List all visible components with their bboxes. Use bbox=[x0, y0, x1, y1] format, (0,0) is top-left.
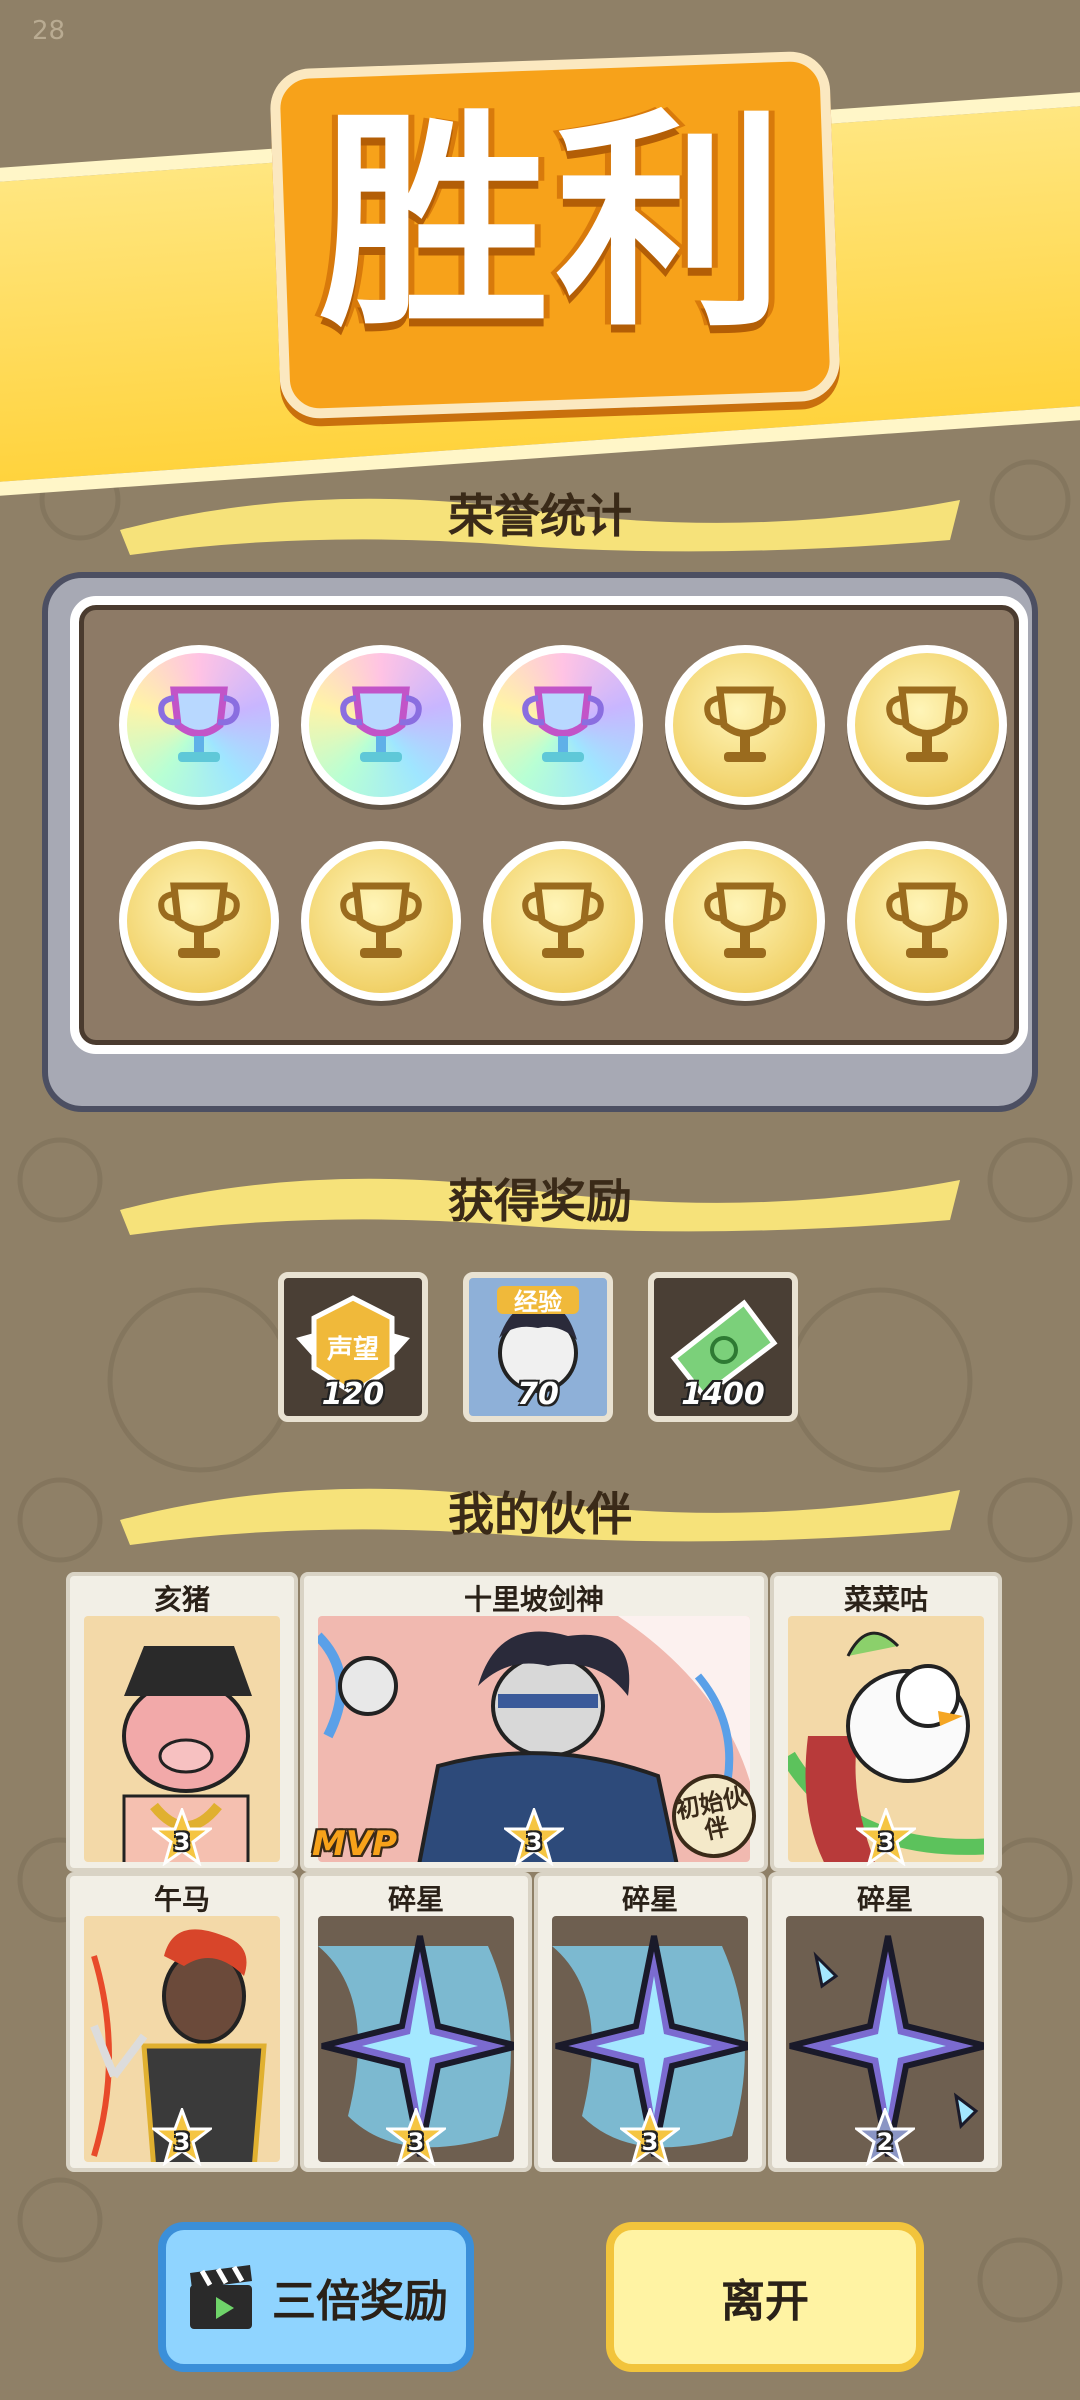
trophy-medal bbox=[665, 841, 825, 1001]
partner-name: 碎星 bbox=[621, 1883, 678, 1916]
triple-reward-button[interactable]: 三倍奖励 bbox=[158, 2222, 474, 2372]
star-level: 3 bbox=[407, 2128, 425, 2156]
star-level: 2 bbox=[876, 2128, 894, 2156]
honor-panel bbox=[42, 572, 1038, 1112]
partner-name: 午马 bbox=[153, 1883, 210, 1916]
reward-amount: 1400 bbox=[681, 1377, 765, 1412]
reward-experience[interactable]: 经验 70 bbox=[463, 1272, 613, 1422]
triple-reward-label: 三倍奖励 bbox=[272, 2276, 448, 2327]
partner-card[interactable]: 碎星 2 bbox=[768, 1872, 1002, 2172]
partners-section-title: 我的伙伴 bbox=[448, 1487, 632, 1541]
trophy-medal bbox=[847, 841, 1007, 1001]
star-level: 3 bbox=[525, 1828, 543, 1856]
partner-name: 碎星 bbox=[387, 1883, 444, 1916]
honor-medal-grid bbox=[70, 596, 1028, 1054]
honor-section-title: 荣誉统计 bbox=[448, 489, 632, 543]
reward-cash[interactable]: 1400 bbox=[648, 1272, 798, 1422]
reward-amount: 120 bbox=[321, 1377, 385, 1412]
trophy-icon bbox=[158, 882, 240, 958]
partner-card[interactable]: 碎星 3 bbox=[300, 1872, 532, 2172]
trophy-icon bbox=[522, 686, 604, 762]
trophy-medal bbox=[119, 841, 279, 1001]
reward-amount: 70 bbox=[517, 1377, 559, 1412]
trophy-icon bbox=[522, 882, 604, 958]
partner-card-mvp[interactable]: 十里坡剑神 MVP 初始伙伴 3 bbox=[300, 1572, 768, 1872]
trophy-medal bbox=[847, 645, 1007, 805]
reputation-badge-text: 声望 bbox=[327, 1335, 379, 1365]
partner-card[interactable]: 午马 3 bbox=[66, 1872, 298, 2172]
star-level: 3 bbox=[641, 2128, 659, 2156]
partner-name: 菜菜咕 bbox=[843, 1583, 928, 1616]
trophy-icon bbox=[340, 686, 422, 762]
partner-name: 碎星 bbox=[856, 1883, 913, 1916]
reward-reputation[interactable]: 声望 120 bbox=[278, 1272, 428, 1422]
trophy-icon bbox=[158, 686, 240, 762]
victory-title: 胜利 bbox=[318, 91, 791, 358]
trophy-icon bbox=[704, 882, 786, 958]
trophy-medal bbox=[483, 841, 643, 1001]
star-level: 3 bbox=[877, 1828, 895, 1856]
leave-button[interactable]: 离开 bbox=[606, 2222, 924, 2372]
partner-card[interactable]: 碎星 3 bbox=[534, 1872, 766, 2172]
status-time: 28 bbox=[32, 16, 66, 46]
leave-label: 离开 bbox=[721, 2276, 809, 2327]
partner-name: 亥猪 bbox=[153, 1583, 210, 1616]
mvp-badge: MVP bbox=[312, 1824, 398, 1864]
trophy-icon bbox=[886, 686, 968, 762]
trophy-icon bbox=[340, 882, 422, 958]
rewards-section-title: 获得奖励 bbox=[448, 1174, 632, 1228]
star-level: 3 bbox=[173, 1828, 191, 1856]
video-clapperboard-icon bbox=[190, 2265, 252, 2329]
trophy-medal bbox=[119, 645, 279, 805]
star-level: 3 bbox=[173, 2128, 191, 2156]
trophy-icon bbox=[704, 686, 786, 762]
trophy-medal bbox=[301, 645, 461, 805]
partner-card[interactable]: 亥猪 3 bbox=[66, 1572, 298, 1872]
trophy-medal bbox=[483, 645, 643, 805]
partner-card[interactable]: 菜菜咕 3 bbox=[770, 1572, 1002, 1872]
trophy-medal bbox=[301, 841, 461, 1001]
experience-badge-text: 经验 bbox=[514, 1288, 562, 1316]
partner-name: 十里坡剑神 bbox=[463, 1583, 604, 1616]
trophy-medal bbox=[665, 645, 825, 805]
trophy-icon bbox=[886, 882, 968, 958]
